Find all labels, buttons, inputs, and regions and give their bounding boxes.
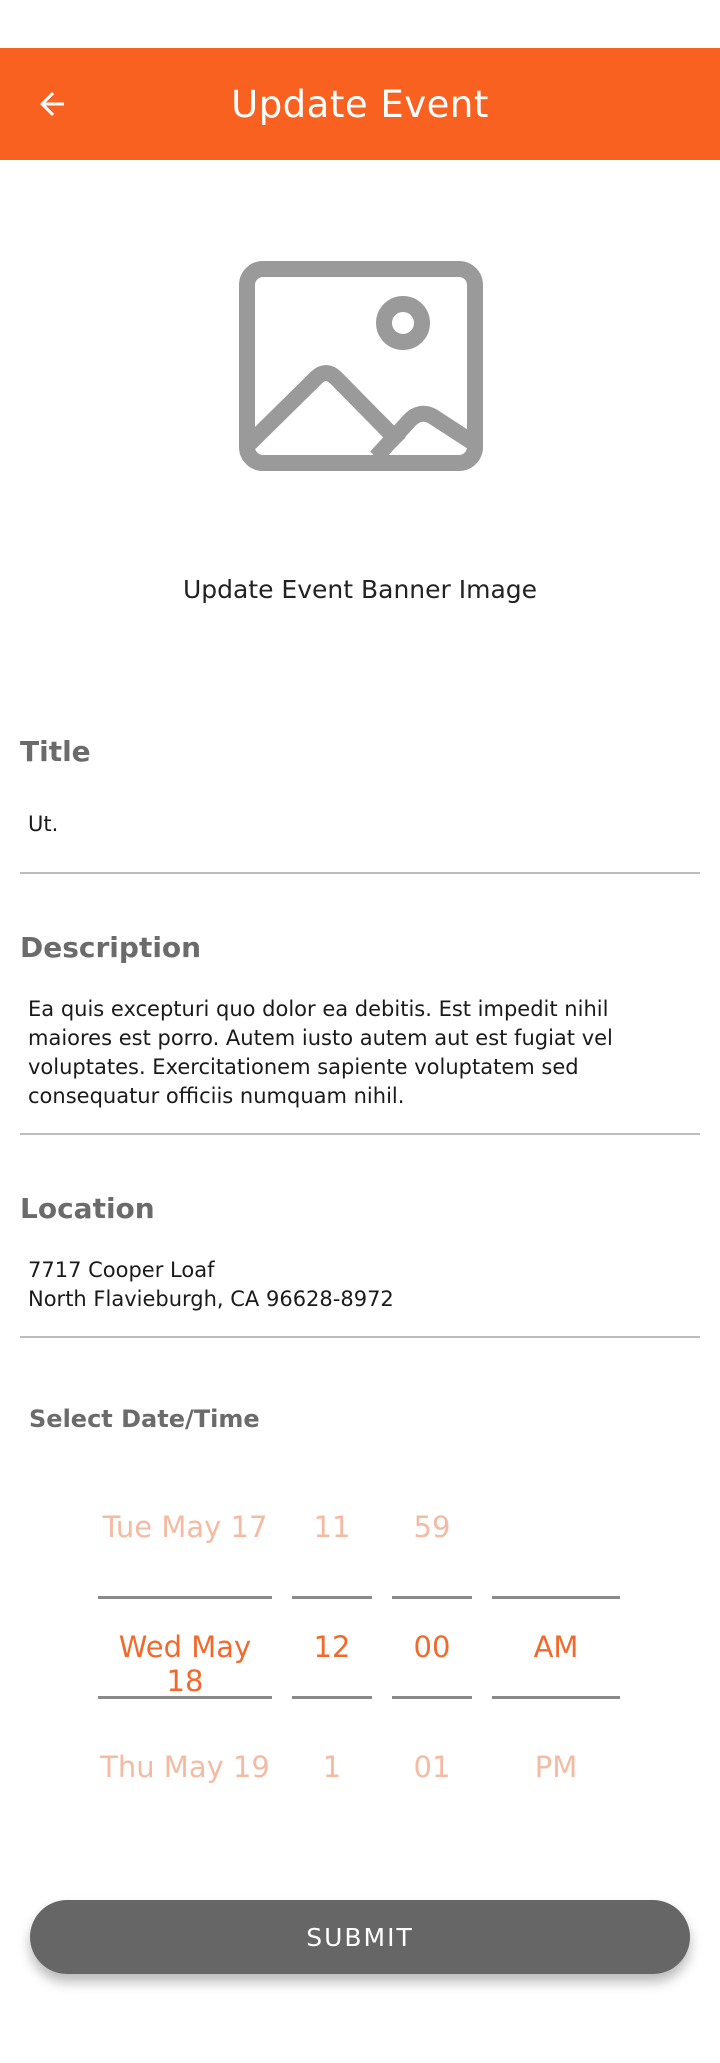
location-divider	[20, 1336, 700, 1338]
date-option-next[interactable]: Thu May 19	[98, 1750, 272, 1784]
ampm-option-next[interactable]: PM	[492, 1750, 620, 1784]
image-placeholder-icon	[239, 261, 483, 471]
app-bar-title: Update Event	[231, 82, 489, 126]
date-time-label: Select Date/Time	[29, 1405, 260, 1433]
date-option-prev[interactable]: Tue May 17	[98, 1510, 272, 1544]
hour-option-selected[interactable]: 12	[292, 1630, 372, 1664]
description-input[interactable]: Ea quis excepturi quo dolor ea debitis. …	[28, 995, 688, 1111]
hour-picker-line-bottom	[292, 1696, 372, 1699]
minute-picker-wheel[interactable]: 59 00 01	[392, 1510, 472, 1790]
banner-image-button[interactable]	[238, 260, 484, 472]
hour-option-prev[interactable]: 11	[292, 1510, 372, 1544]
ampm-picker-line-top	[492, 1596, 620, 1599]
submit-button[interactable]: SUBMIT	[30, 1900, 690, 1974]
location-input[interactable]: 7717 Cooper Loaf North Flavieburgh, CA 9…	[28, 1256, 688, 1314]
date-picker-line-top	[98, 1596, 272, 1599]
date-picker-line-bottom	[98, 1696, 272, 1699]
hour-option-next[interactable]: 1	[292, 1750, 372, 1784]
title-divider	[20, 872, 700, 874]
location-label: Location	[20, 1192, 155, 1225]
arrow-left-icon	[40, 92, 64, 116]
minute-option-selected[interactable]: 00	[392, 1630, 472, 1664]
title-input[interactable]: Ut.	[28, 810, 688, 839]
description-divider	[20, 1133, 700, 1135]
minute-option-next[interactable]: 01	[392, 1750, 472, 1784]
ampm-picker-wheel[interactable]: AM PM	[492, 1510, 620, 1790]
ampm-option-selected[interactable]: AM	[492, 1630, 620, 1664]
ampm-picker-line-bottom	[492, 1696, 620, 1699]
status-bar	[0, 0, 720, 48]
title-label: Title	[20, 735, 91, 768]
hour-picker-line-top	[292, 1596, 372, 1599]
minute-option-prev[interactable]: 59	[392, 1510, 472, 1544]
app-bar: Update Event	[0, 48, 720, 160]
date-picker-wheel[interactable]: Tue May 17 Wed May 18 Thu May 19	[98, 1510, 272, 1790]
update-event-screen: Update Event Update Event Banner Image T…	[0, 0, 720, 2063]
description-label: Description	[20, 931, 202, 964]
banner-image-label: Update Event Banner Image	[182, 575, 538, 604]
date-option-selected[interactable]: Wed May 18	[98, 1630, 272, 1698]
minute-picker-line-top	[392, 1596, 472, 1599]
hour-picker-wheel[interactable]: 11 12 1	[292, 1510, 372, 1790]
back-button[interactable]	[24, 76, 80, 132]
minute-picker-line-bottom	[392, 1696, 472, 1699]
